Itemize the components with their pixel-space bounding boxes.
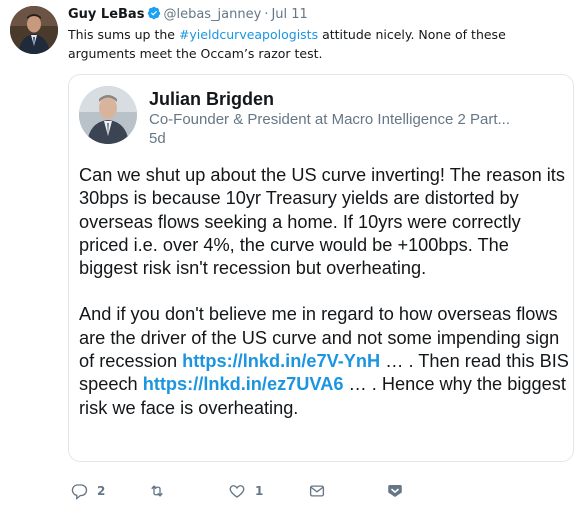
author-handle[interactable]: @lebas_janney bbox=[163, 7, 261, 22]
hashtag-link[interactable]: #yieldcurveapologists bbox=[179, 27, 318, 42]
like-icon bbox=[229, 485, 245, 498]
quoted-author-subtitle: Co-Founder & President at Macro Intellig… bbox=[149, 111, 511, 128]
reply-icon bbox=[71, 484, 88, 500]
quoted-paragraph-2: And if you don't believe me in regard to… bbox=[79, 303, 569, 419]
direct-message-button[interactable] bbox=[308, 480, 326, 502]
retweet-button[interactable] bbox=[148, 480, 175, 502]
reply-count: 2 bbox=[97, 484, 106, 498]
quoted-timestamp[interactable]: 5d bbox=[149, 129, 166, 149]
author-name[interactable]: Guy LeBas bbox=[68, 7, 144, 22]
retweet-icon bbox=[151, 485, 163, 497]
tweet-text-part: This sums up the bbox=[68, 27, 179, 42]
quoted-author-name[interactable]: Julian Brigden bbox=[149, 88, 274, 110]
lnkd-link-2[interactable]: https://lnkd.in/ez7UVA6 bbox=[143, 374, 344, 394]
tweet-header: Guy LeBas @lebas_janney · Jul 11 bbox=[68, 6, 308, 23]
more-options-button[interactable] bbox=[386, 480, 404, 502]
reply-button[interactable]: 2 bbox=[70, 480, 105, 502]
quoted-tweet-card[interactable]: Julian Brigden Co-Founder & President at… bbox=[68, 74, 574, 462]
tweet-action-bar: 2 1 bbox=[68, 480, 488, 502]
tweet-text: This sums up the #yieldcurveapologists a… bbox=[68, 25, 574, 63]
author-avatar-image bbox=[10, 6, 58, 54]
direct-message-icon bbox=[309, 485, 325, 497]
separator-dot: · bbox=[264, 7, 269, 22]
more-chevron-icon bbox=[388, 485, 402, 497]
tweet-timestamp[interactable]: Jul 11 bbox=[271, 7, 307, 22]
quoted-author-avatar[interactable] bbox=[79, 86, 137, 144]
quoted-tweet-body: Can we shut up about the US curve invert… bbox=[79, 164, 569, 420]
lnkd-link-1[interactable]: https://lnkd.in/e7V-YnH bbox=[182, 351, 380, 371]
quoted-paragraph-1: Can we shut up about the US curve invert… bbox=[79, 165, 565, 279]
verified-badge-icon bbox=[148, 6, 161, 20]
like-count: 1 bbox=[255, 484, 264, 498]
author-avatar[interactable] bbox=[10, 6, 58, 54]
like-button[interactable]: 1 bbox=[228, 480, 263, 502]
quoted-author-avatar-image bbox=[79, 86, 137, 144]
